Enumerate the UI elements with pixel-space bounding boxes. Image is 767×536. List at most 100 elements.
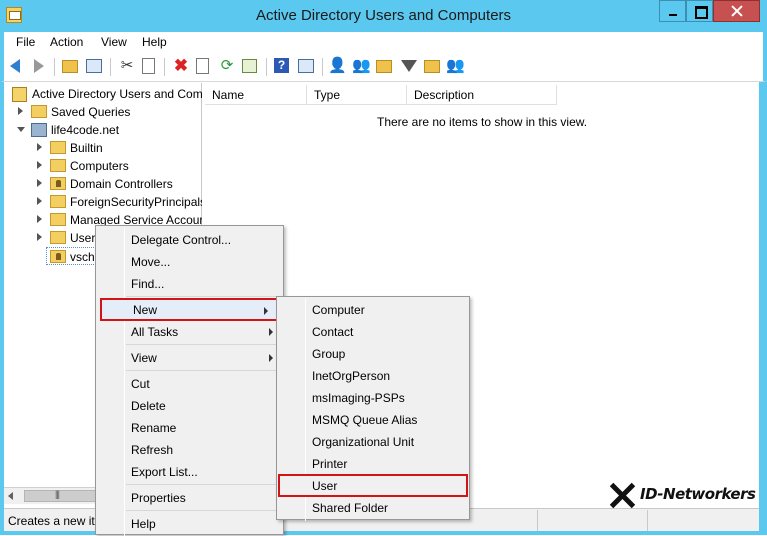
show-action-pane-icon[interactable] bbox=[298, 57, 316, 75]
filter-icon[interactable] bbox=[400, 57, 418, 75]
context-menu: Delegate Control... Move... Find... New … bbox=[95, 225, 284, 536]
refresh-icon[interactable]: ⟳ bbox=[218, 57, 236, 75]
menu-item-label: InetOrgPerson bbox=[312, 369, 391, 383]
new-user-icon[interactable]: 👤 bbox=[328, 57, 347, 75]
domain-icon bbox=[31, 123, 47, 137]
scroll-thumb[interactable] bbox=[24, 489, 104, 502]
menu-item-label: New bbox=[133, 303, 158, 317]
menu-item-move[interactable]: Move... bbox=[98, 251, 281, 273]
submenu-item-contact[interactable]: Contact bbox=[279, 321, 467, 343]
properties-icon[interactable] bbox=[194, 57, 212, 75]
menu-item-all-tasks[interactable]: All Tasks bbox=[98, 321, 281, 343]
menu-action[interactable]: Action bbox=[50, 35, 83, 49]
close-button[interactable] bbox=[713, 0, 760, 22]
menu-view[interactable]: View bbox=[101, 35, 127, 49]
empty-view-message: There are no items to show in this view. bbox=[377, 115, 588, 129]
tree-item-saved-queries[interactable]: Saved Queries bbox=[4, 103, 202, 121]
ou-folder-icon bbox=[50, 177, 66, 190]
menu-item-label: Delegate Control... bbox=[131, 233, 232, 247]
menu-item-rename[interactable]: Rename bbox=[98, 417, 281, 439]
expand-icon[interactable] bbox=[37, 179, 42, 187]
folder-icon bbox=[50, 213, 66, 226]
tree-item-computers[interactable]: Computers bbox=[4, 157, 202, 175]
expand-icon[interactable] bbox=[37, 143, 42, 151]
help-icon[interactable]: ? bbox=[274, 57, 292, 75]
submenu-arrow-icon bbox=[269, 354, 273, 362]
tree-label: life4code.net bbox=[51, 123, 120, 137]
menu-item-cut[interactable]: Cut bbox=[98, 373, 281, 395]
submenu-item-user[interactable]: User bbox=[278, 474, 468, 497]
tree-item-domain[interactable]: life4code.net bbox=[4, 121, 202, 139]
expand-icon[interactable] bbox=[37, 197, 42, 205]
tree-label: Saved Queries bbox=[51, 105, 131, 119]
minimize-button[interactable] bbox=[659, 0, 686, 22]
expand-icon[interactable] bbox=[37, 161, 42, 169]
submenu-item-shared-folder[interactable]: Shared Folder bbox=[279, 497, 467, 519]
maximize-button[interactable] bbox=[686, 0, 713, 22]
menu-item-label: Delete bbox=[131, 399, 166, 413]
new-ou-icon[interactable] bbox=[376, 57, 394, 75]
back-arrow-icon[interactable] bbox=[10, 57, 28, 75]
menu-item-label: MSMQ Queue Alias bbox=[312, 413, 418, 427]
delegate-icon[interactable]: 👥 bbox=[446, 57, 465, 75]
menu-item-label: Export List... bbox=[131, 465, 198, 479]
copy-icon[interactable] bbox=[140, 57, 158, 75]
window-border-right bbox=[759, 82, 767, 532]
tree-item-root[interactable]: Active Directory Users and Com bbox=[4, 85, 202, 103]
menu-help[interactable]: Help bbox=[142, 35, 167, 49]
submenu-item-group[interactable]: Group bbox=[279, 343, 467, 365]
menu-item-help[interactable]: Help bbox=[98, 513, 281, 535]
export-list-icon[interactable] bbox=[242, 57, 260, 75]
menu-item-properties[interactable]: Properties bbox=[98, 487, 281, 509]
menu-file[interactable]: File bbox=[16, 35, 35, 49]
up-folder-icon[interactable] bbox=[62, 57, 80, 75]
submenu-item-organizational-unit[interactable]: Organizational Unit bbox=[279, 431, 467, 453]
show-pane-icon[interactable] bbox=[86, 57, 104, 75]
new-submenu: Computer Contact Group InetOrgPerson msI… bbox=[276, 296, 470, 521]
menu-bar: File Action View Help bbox=[0, 32, 767, 52]
tree-item-builtin[interactable]: Builtin bbox=[4, 139, 202, 157]
window-title: Active Directory Users and Computers bbox=[255, 7, 512, 24]
column-header-description[interactable]: Description bbox=[407, 85, 557, 105]
submenu-arrow-icon bbox=[269, 328, 273, 336]
menu-item-label: Contact bbox=[312, 325, 354, 339]
expand-icon[interactable] bbox=[37, 233, 42, 241]
watermark: ID-Networkers bbox=[608, 480, 758, 510]
tree-label: vsch bbox=[70, 250, 95, 264]
menu-item-delete[interactable]: Delete bbox=[98, 395, 281, 417]
new-group-icon[interactable]: 👥 bbox=[352, 57, 371, 75]
tree-item-domain-controllers[interactable]: Domain Controllers bbox=[4, 175, 202, 193]
tree-item-foreign-security-principals[interactable]: ForeignSecurityPrincipals bbox=[4, 193, 202, 211]
menu-item-find[interactable]: Find... bbox=[98, 273, 281, 295]
toolbar: ✂ ✖ ⟳ ? 👤 👥 👥 bbox=[0, 52, 767, 82]
forward-arrow-icon[interactable] bbox=[30, 57, 48, 75]
folder-icon bbox=[50, 141, 66, 154]
menu-item-label: Rename bbox=[131, 421, 177, 435]
expand-icon[interactable] bbox=[18, 107, 23, 115]
collapse-icon[interactable] bbox=[17, 127, 25, 132]
menu-item-label: Move... bbox=[131, 255, 171, 269]
submenu-item-msmq-queue-alias[interactable]: MSMQ Queue Alias bbox=[279, 409, 467, 431]
menu-item-delegate-control[interactable]: Delegate Control... bbox=[98, 229, 281, 251]
menu-item-view[interactable]: View bbox=[98, 347, 281, 369]
column-header-type[interactable]: Type bbox=[307, 85, 407, 105]
submenu-item-computer[interactable]: Computer bbox=[279, 299, 467, 321]
menu-item-new[interactable]: New bbox=[100, 298, 278, 321]
column-header-name[interactable]: Name bbox=[205, 85, 307, 105]
find-icon[interactable] bbox=[424, 57, 442, 75]
folder-icon bbox=[50, 195, 66, 208]
menu-item-label: Printer bbox=[312, 457, 348, 471]
scroll-left-icon[interactable] bbox=[8, 492, 13, 500]
expand-icon[interactable] bbox=[37, 215, 42, 223]
submenu-item-printer[interactable]: Printer bbox=[279, 453, 467, 475]
status-cell bbox=[537, 510, 538, 531]
tree-label: Domain Controllers bbox=[70, 177, 173, 191]
submenu-item-msimaging-psps[interactable]: msImaging-PSPs bbox=[279, 387, 467, 409]
delete-icon[interactable]: ✖ bbox=[172, 57, 190, 75]
menu-item-refresh[interactable]: Refresh bbox=[98, 439, 281, 461]
menu-item-label: msImaging-PSPs bbox=[312, 391, 405, 405]
submenu-item-inetorgperson[interactable]: InetOrgPerson bbox=[279, 365, 467, 387]
menu-item-export-list[interactable]: Export List... bbox=[98, 461, 281, 483]
tree-label: ForeignSecurityPrincipals bbox=[70, 195, 202, 209]
cut-icon[interactable]: ✂ bbox=[118, 57, 136, 75]
